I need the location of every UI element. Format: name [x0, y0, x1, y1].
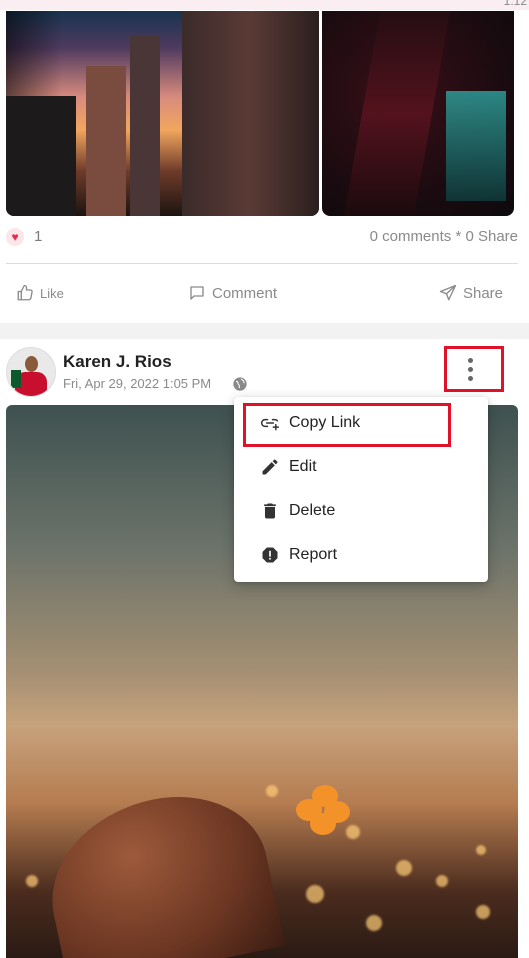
menu-item-label: Copy Link [289, 414, 361, 431]
menu-item-edit[interactable]: Edit [234, 447, 488, 487]
post-image-city-sunset[interactable] [6, 11, 319, 216]
post-options-menu: Copy Link Edit Delete Report [234, 397, 488, 582]
menu-item-label: Delete [289, 502, 336, 519]
post-separator [0, 323, 529, 339]
post-actions: Like Comment Share [0, 284, 529, 308]
link-icon [260, 413, 280, 433]
like-count: 1 [34, 228, 43, 245]
heart-icon: ♥ [6, 228, 24, 246]
post-stats: ♥ 1 0 comments * 0 Share [6, 226, 518, 248]
comment-icon [190, 286, 204, 300]
send-icon [439, 284, 457, 301]
menu-item-label: Edit [289, 458, 317, 475]
share-button[interactable]: Share [439, 284, 503, 302]
more-options-button[interactable] [444, 346, 504, 392]
comments-shares-count[interactable]: 0 comments * 0 Share [370, 228, 518, 245]
corner-text: 1:12 [503, 0, 527, 8]
like-button[interactable]: Like [16, 284, 64, 302]
menu-item-copy-link[interactable]: Copy Link [234, 403, 488, 443]
pencil-icon [260, 457, 280, 477]
menu-item-delete[interactable]: Delete [234, 491, 488, 531]
thumbs-up-icon [17, 284, 33, 301]
post-card: ♥ 1 0 comments * 0 Share Like Comment Sh… [0, 10, 529, 328]
trash-icon [260, 501, 280, 521]
share-label: Share [462, 284, 503, 302]
top-bar [0, 0, 529, 10]
post-image-city-night[interactable] [322, 11, 514, 216]
avatar[interactable] [6, 347, 56, 397]
author-name[interactable]: Karen J. Rios [63, 352, 172, 372]
post-date: Fri, Apr 29, 2022 1:05 PM [63, 376, 212, 391]
like-label: Like [40, 285, 64, 301]
menu-item-label: Report [289, 546, 338, 563]
alert-icon [260, 545, 280, 565]
menu-item-report[interactable]: Report [234, 535, 488, 575]
globe-icon [233, 377, 247, 391]
comment-button[interactable]: Comment [188, 284, 277, 302]
comment-label: Comment [212, 284, 278, 302]
divider [6, 263, 518, 264]
